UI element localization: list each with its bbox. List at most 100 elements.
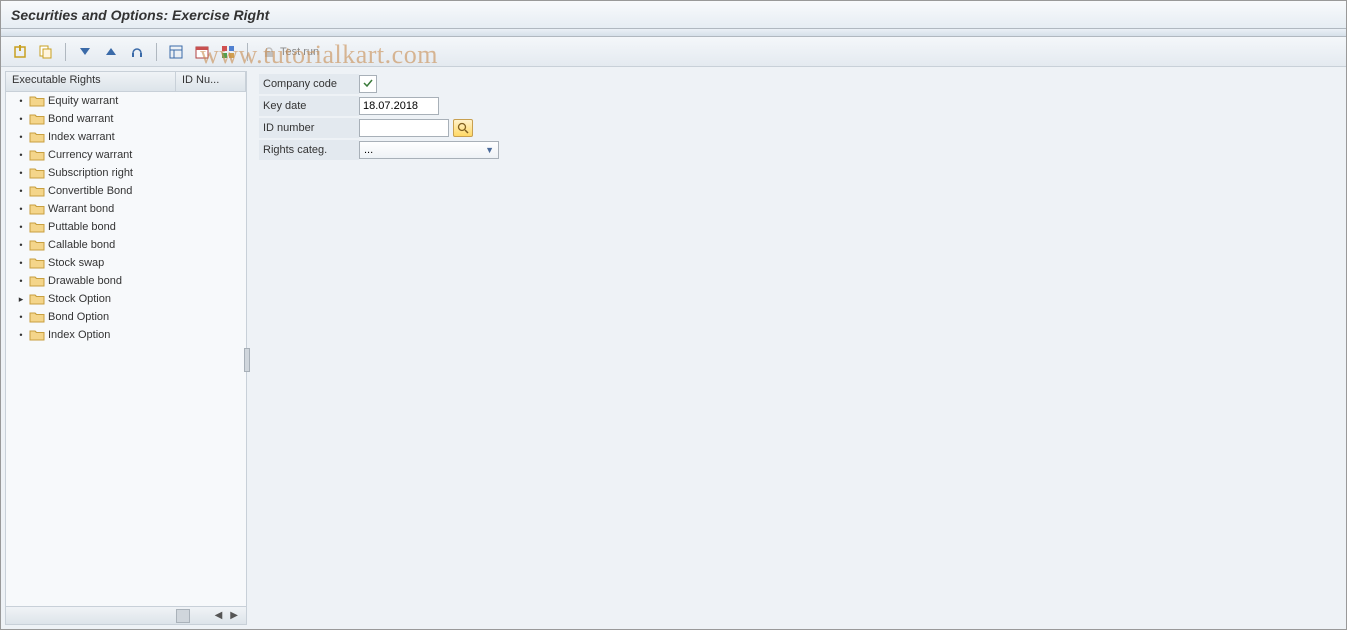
create-icon[interactable]: [9, 41, 31, 63]
layout-icon[interactable]: [165, 41, 187, 63]
application-toolbar: Test run: [1, 37, 1346, 67]
splitter-handle[interactable]: [244, 348, 250, 372]
tree-body: • Equity warrant • Bond warrant • Index warra…: [6, 92, 246, 606]
tree-item[interactable]: • Index Option: [6, 326, 246, 344]
chevron-down-icon: ▼: [485, 145, 494, 155]
folder-icon: [29, 166, 45, 180]
tree-item[interactable]: • Callable bond: [6, 236, 246, 254]
tree-bullet: •: [16, 276, 26, 286]
test-run-label: Test run: [280, 46, 319, 58]
row-key-date: Key date: [259, 95, 1334, 117]
row-rights-categ: Rights categ. ... ▼: [259, 139, 1334, 161]
folder-icon: [29, 292, 45, 306]
folder-icon: [29, 328, 45, 342]
toolbar-gradient-strip: [1, 29, 1346, 37]
folder-icon: [29, 256, 45, 270]
tree-header-col2[interactable]: ID Nu...: [176, 72, 246, 91]
tree-header-col1[interactable]: Executable Rights: [6, 72, 176, 91]
test-run-button[interactable]: Test run: [256, 41, 325, 63]
rights-categ-value: ...: [364, 144, 373, 156]
tree-bullet: •: [16, 132, 26, 142]
tree-bullet: •: [16, 114, 26, 124]
page-title: Securities and Options: Exercise Right: [11, 7, 269, 23]
rights-categ-label: Rights categ.: [259, 140, 359, 160]
filter-down-icon[interactable]: [74, 41, 96, 63]
tree-header: Executable Rights ID Nu...: [6, 72, 246, 92]
content-area: Executable Rights ID Nu... • Equity warra…: [1, 67, 1346, 629]
tree-item[interactable]: • Puttable bond: [6, 218, 246, 236]
tree-item[interactable]: • Index warrant: [6, 128, 246, 146]
required-check-icon: [362, 77, 374, 89]
tree-item[interactable]: •Convertible Bond: [6, 182, 246, 200]
column-resize-handle[interactable]: [176, 609, 190, 623]
tree-item-label: Subscription right: [48, 167, 133, 179]
form-area: Company code Key date ID number Ri: [247, 67, 1346, 629]
folder-icon: [29, 184, 45, 198]
folder-icon: [29, 130, 45, 144]
folder-icon: [29, 148, 45, 162]
folder-icon: [29, 112, 45, 126]
tree-item-label: Stock swap: [48, 257, 104, 269]
scroll-right-icon[interactable]: ▶: [228, 610, 240, 621]
scroll-left-icon[interactable]: ◀: [213, 610, 225, 621]
tree-item[interactable]: • Subscription right: [6, 164, 246, 182]
title-bar: Securities and Options: Exercise Right: [1, 1, 1346, 29]
tree-bullet: •: [16, 240, 26, 250]
tree-bullet: •: [16, 204, 26, 214]
folder-icon: [29, 274, 45, 288]
id-number-label: ID number: [259, 118, 359, 138]
key-date-label: Key date: [259, 96, 359, 116]
tree-footer: ◀ ▶: [6, 606, 246, 624]
tree-bullet: •: [16, 168, 26, 178]
tree-item-label: Puttable bond: [48, 221, 116, 233]
headset-icon[interactable]: [126, 41, 148, 63]
tree-item[interactable]: • Drawable bond: [6, 272, 246, 290]
folder-icon: [29, 202, 45, 216]
tree-item-label: Callable bond: [48, 239, 115, 251]
tree-item[interactable]: • Equity warrant: [6, 92, 246, 110]
tree-item[interactable]: •Bond Option: [6, 308, 246, 326]
tree-item[interactable]: • Stock swap: [6, 254, 246, 272]
search-icon: [457, 122, 469, 134]
tree-bullet: ▸: [16, 294, 26, 305]
tree-item[interactable]: • Bond warrant: [6, 110, 246, 128]
rights-categ-select[interactable]: ... ▼: [359, 141, 499, 159]
copy-icon[interactable]: [35, 41, 57, 63]
calendar-red-icon[interactable]: [191, 41, 213, 63]
filter-up-icon[interactable]: [100, 41, 122, 63]
tree-item-label: Warrant bond: [48, 203, 114, 215]
folder-icon: [29, 238, 45, 252]
grid-colorful-icon[interactable]: [217, 41, 239, 63]
tree-item-label: Equity warrant: [48, 95, 118, 107]
toolbar-separator: [247, 43, 248, 61]
folder-icon: [29, 310, 45, 324]
tree-item-label: Currency warrant: [48, 149, 132, 161]
id-number-lookup-button[interactable]: [453, 119, 473, 137]
tree-item-label: Stock Option: [48, 293, 111, 305]
tree-bullet: •: [16, 96, 26, 106]
folder-icon: [29, 220, 45, 234]
tree-item-label: Index warrant: [48, 131, 115, 143]
tree-item[interactable]: • Currency warrant: [6, 146, 246, 164]
toolbar-separator: [65, 43, 66, 61]
toolbar-separator: [156, 43, 157, 61]
row-id-number: ID number: [259, 117, 1334, 139]
company-code-input[interactable]: [359, 75, 377, 93]
tree-item-label: Bond warrant: [48, 113, 113, 125]
tree-bullet: •: [16, 330, 26, 340]
tree-bullet: •: [16, 150, 26, 160]
tree-item-label: Bond Option: [48, 311, 109, 323]
tree-item-label: Index Option: [48, 329, 110, 341]
lock-icon: [262, 45, 276, 59]
tree-bullet: •: [16, 222, 26, 232]
folder-icon: [29, 94, 45, 108]
tree-bullet: •: [16, 258, 26, 268]
id-number-input[interactable]: [359, 119, 449, 137]
company-code-label: Company code: [259, 74, 359, 94]
tree-item-label: Drawable bond: [48, 275, 122, 287]
tree-item[interactable]: ▸ Stock Option: [6, 290, 246, 308]
key-date-input[interactable]: [359, 97, 439, 115]
tree-bullet: •: [16, 186, 26, 196]
tree-item[interactable]: • Warrant bond: [6, 200, 246, 218]
row-company-code: Company code: [259, 73, 1334, 95]
